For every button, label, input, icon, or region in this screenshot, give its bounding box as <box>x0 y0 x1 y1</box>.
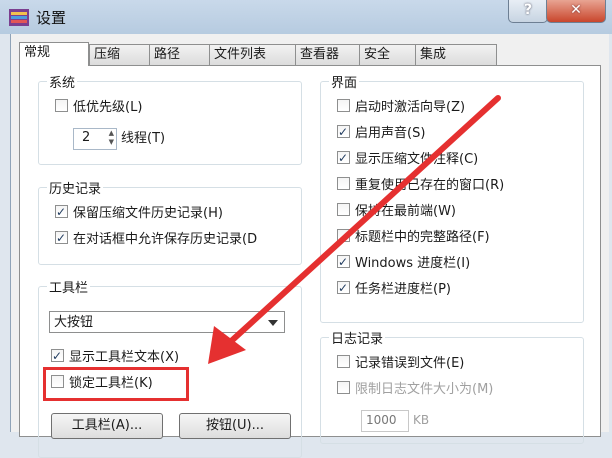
tab-general[interactable]: 常规 <box>19 42 89 66</box>
arrow-shaft <box>225 95 501 347</box>
annotation-arrow <box>208 95 501 364</box>
